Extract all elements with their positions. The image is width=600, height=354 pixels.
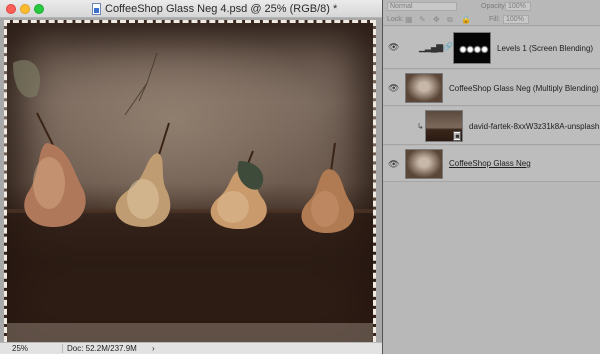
maximize-window-button[interactable] [34, 4, 44, 14]
layer-name: CoffeeShop Glass Neg [449, 159, 531, 168]
canvas-area[interactable] [0, 18, 382, 342]
fill-field[interactable]: 100% [503, 15, 529, 24]
document-window: CoffeeShop Glass Neg 4.psd @ 25% (RGB/8)… [0, 0, 382, 354]
lock-artboard-icon[interactable]: ⧉ [447, 15, 453, 25]
status-menu-arrow[interactable]: › [152, 344, 155, 353]
document-size-info: Doc: 52.2M/237.9M [62, 344, 137, 353]
smart-object-icon: ▣ [453, 131, 461, 141]
layer-name: Levels 1 (Screen Blending) [497, 44, 594, 53]
status-bar: 25% Doc: 52.2M/237.9M › [0, 342, 382, 354]
zoom-level[interactable]: 25% [12, 344, 28, 353]
eye-icon[interactable]: 👁 [388, 42, 399, 53]
lock-move-icon[interactable]: ✥ [433, 15, 440, 24]
levels-histogram-icon: ▁▂▄▆ [419, 42, 443, 52]
layers-panel: Normal Opacity: 100% Lock: ▦ ✎ ✥ ⧉ 🔒 Fil… [383, 0, 600, 354]
minimize-window-button[interactable] [20, 4, 30, 14]
layer-row-smart-object[interactable]: ↳ ▣ david-fartek-8xxW3z31k8A-unsplash [383, 107, 600, 145]
layer-mask-thumbnail[interactable] [453, 32, 491, 64]
layer-row-base[interactable]: 👁 CoffeeShop Glass Neg [383, 146, 600, 182]
lock-fill-row: Lock: ▦ ✎ ✥ ⧉ 🔒 Fill: 100% [383, 13, 600, 26]
eye-icon[interactable]: 👁 [388, 159, 399, 170]
document-image[interactable] [4, 20, 376, 342]
pear-1 [24, 112, 86, 227]
clipping-arrow-icon: ↳ [417, 122, 424, 131]
fill-label: Fill: [489, 16, 500, 23]
lock-label: Lock: [387, 16, 404, 23]
pears-photo [7, 52, 373, 342]
psd-document-icon [92, 3, 101, 15]
lock-paint-icon[interactable]: ✎ [419, 15, 426, 24]
lock-transparent-icon[interactable]: ▦ [405, 15, 413, 24]
link-icon[interactable]: 🔗 [443, 42, 453, 51]
layer-name: david-fartek-8xxW3z31k8A-unsplash [469, 122, 600, 131]
pear-2 [115, 122, 171, 227]
opacity-label: Opacity: [481, 3, 507, 10]
blend-mode-select[interactable]: Normal [387, 2, 457, 11]
layer-row-multiply[interactable]: 👁 CoffeeShop Glass Neg (Multiply Blendin… [383, 70, 600, 106]
pear-4 [301, 142, 354, 233]
layer-name: CoffeeShop Glass Neg (Multiply Blending) [449, 84, 599, 93]
blend-opacity-row: Normal Opacity: 100% [383, 0, 600, 13]
close-window-button[interactable] [6, 4, 16, 14]
window-title: CoffeeShop Glass Neg 4.psd @ 25% (RGB/8)… [105, 3, 338, 15]
layer-row-levels[interactable]: 👁 ▁▂▄▆ 🔗 Levels 1 (Screen Blending) [383, 27, 600, 69]
lock-all-icon[interactable]: 🔒 [461, 15, 471, 24]
eye-icon[interactable]: 👁 [388, 83, 399, 94]
layer-thumbnail[interactable] [405, 149, 443, 179]
window-titlebar[interactable]: CoffeeShop Glass Neg 4.psd @ 25% (RGB/8)… [0, 0, 382, 18]
layer-thumbnail[interactable] [405, 73, 443, 103]
opacity-field[interactable]: 100% [505, 2, 531, 11]
pear-3 [210, 150, 267, 229]
